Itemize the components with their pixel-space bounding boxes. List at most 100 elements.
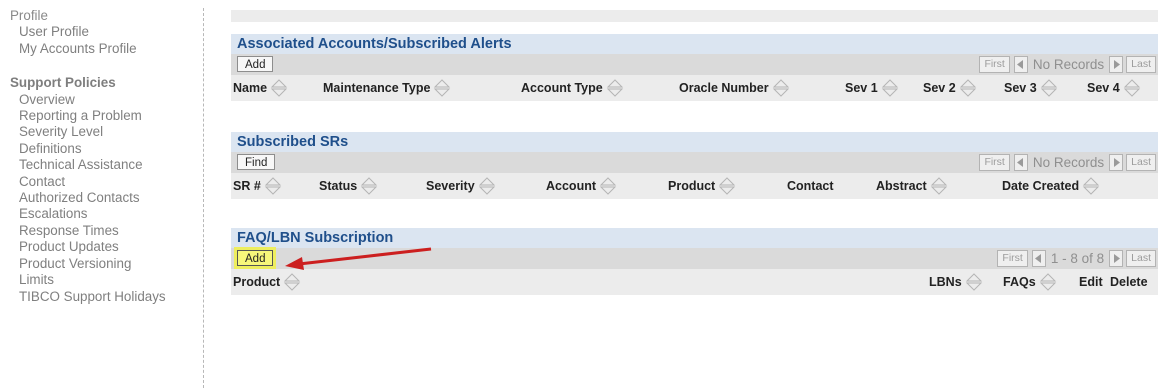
column-header-sev-2[interactable]: Sev 2 [923, 75, 977, 101]
column-header-contact: Contact [787, 173, 834, 199]
column-header-oracle-number[interactable]: Oracle Number [679, 75, 790, 101]
first-page-button[interactable]: First [997, 250, 1028, 267]
pager-status: No Records [1032, 57, 1105, 72]
sort-icon[interactable] [1039, 273, 1057, 291]
srs-toolbar: Find First No Records Last [231, 152, 1158, 173]
column-label: Abstract [876, 179, 927, 193]
sort-icon[interactable] [959, 79, 977, 97]
sort-icon[interactable] [1082, 177, 1100, 195]
sidebar-link-response-times[interactable]: Response Times [10, 223, 203, 239]
sidebar-link-my-accounts-profile[interactable]: My Accounts Profile [10, 41, 203, 57]
sidebar-link-severity-level[interactable]: Severity Level [10, 124, 203, 140]
column-label: Oracle Number [679, 81, 769, 95]
srs-panel-title: Subscribed SRs [231, 132, 1158, 152]
column-header-date-created[interactable]: Date Created [1002, 173, 1100, 199]
pager-status: 1 - 8 of 8 [1050, 251, 1105, 266]
sort-icon[interactable] [478, 177, 496, 195]
sidebar-link-product-updates[interactable]: Product Updates [10, 239, 203, 255]
sidebar-link-definitions[interactable]: Definitions [10, 141, 203, 157]
column-label: Sev 1 [845, 81, 878, 95]
column-header-product[interactable]: Product [668, 173, 736, 199]
sort-icon[interactable] [930, 177, 948, 195]
column-header-faqs[interactable]: FAQs [1003, 269, 1057, 295]
sort-icon[interactable] [599, 177, 617, 195]
last-page-button[interactable]: Last [1126, 250, 1156, 267]
column-label: Name [233, 81, 268, 95]
sort-icon[interactable] [264, 177, 282, 195]
column-header-sev-3[interactable]: Sev 3 [1004, 75, 1058, 101]
sort-icon[interactable] [772, 79, 790, 97]
sidebar-link-user-profile[interactable]: User Profile [10, 24, 203, 40]
last-page-button[interactable]: Last [1126, 154, 1156, 171]
column-label: Contact [787, 179, 834, 193]
column-header-maintenance-type[interactable]: Maintenance Type [323, 75, 451, 101]
next-page-icon[interactable] [1109, 154, 1124, 171]
sidebar-section-profile: Profile [10, 8, 48, 23]
sidebar-link-authorized-contacts[interactable]: Authorized Contacts [10, 190, 203, 206]
column-header-account[interactable]: Account [546, 173, 617, 199]
column-label: Sev 3 [1004, 81, 1037, 95]
sort-icon[interactable] [1123, 79, 1141, 97]
srs-panel: Subscribed SRs Find First No Records Las… [231, 132, 1158, 199]
faq-panel-title: FAQ/LBN Subscription [231, 228, 1158, 248]
sort-icon[interactable] [360, 177, 378, 195]
first-page-button[interactable]: First [979, 56, 1010, 73]
sidebar-link-escalations[interactable]: Escalations [10, 206, 203, 222]
first-page-button[interactable]: First [979, 154, 1010, 171]
add-account-button[interactable]: Add [237, 56, 274, 72]
sort-icon[interactable] [881, 79, 899, 97]
column-header-sev-1[interactable]: Sev 1 [845, 75, 899, 101]
add-faq-subscription-button[interactable]: Add [237, 250, 274, 266]
column-label: Product [233, 275, 281, 289]
sidebar-link-tibco-support-holidays[interactable]: TIBCO Support Holidays [10, 289, 203, 305]
column-header-sr-number[interactable]: SR # [233, 173, 282, 199]
sort-icon[interactable] [270, 79, 288, 97]
faq-pager: First 1 - 8 of 8 Last [994, 250, 1156, 267]
accounts-panel: Associated Accounts/Subscribed Alerts Ad… [231, 34, 1158, 101]
top-bar [231, 10, 1158, 22]
column-label: Severity [426, 179, 475, 193]
accounts-pager: First No Records Last [976, 56, 1156, 73]
srs-pager: First No Records Last [976, 154, 1156, 171]
column-label: Delete [1110, 275, 1148, 289]
accounts-panel-title: Associated Accounts/Subscribed Alerts [231, 34, 1158, 54]
column-label: Maintenance Type [323, 81, 431, 95]
column-header-abstract[interactable]: Abstract [876, 173, 948, 199]
accounts-header-row: Name Maintenance Type Account Type Oracl… [231, 75, 1158, 101]
column-header-delete: Delete [1110, 269, 1148, 295]
prev-page-icon[interactable] [1031, 250, 1046, 267]
sidebar-section-support-policies: Support Policies [10, 75, 116, 91]
column-header-status[interactable]: Status [319, 173, 378, 199]
find-sr-button[interactable]: Find [237, 154, 276, 170]
next-page-icon[interactable] [1109, 250, 1124, 267]
prev-page-icon[interactable] [1013, 154, 1028, 171]
sidebar-link-overview[interactable]: Overview [10, 92, 203, 108]
srs-header-row: SR # Status Severity Account Product Con… [231, 173, 1158, 199]
sidebar-link-product-versioning[interactable]: Product Versioning [10, 256, 203, 272]
next-page-icon[interactable] [1109, 56, 1124, 73]
sidebar-link-technical-assistance[interactable]: Technical Assistance [10, 157, 203, 173]
sidebar-link-reporting-a-problem[interactable]: Reporting a Problem [10, 108, 203, 124]
accounts-toolbar: Add First No Records Last [231, 54, 1158, 75]
column-header-severity[interactable]: Severity [426, 173, 496, 199]
sort-icon[interactable] [1040, 79, 1058, 97]
column-label: Edit [1079, 275, 1103, 289]
column-label: Account Type [521, 81, 603, 95]
sort-icon[interactable] [606, 79, 624, 97]
column-header-sev-4[interactable]: Sev 4 [1087, 75, 1141, 101]
sort-icon[interactable] [718, 177, 736, 195]
sort-icon[interactable] [965, 273, 983, 291]
sidebar-link-contact[interactable]: Contact [10, 174, 203, 190]
sort-icon[interactable] [283, 273, 301, 291]
column-header-name[interactable]: Name [233, 75, 288, 101]
sidebar-link-limits[interactable]: Limits [10, 272, 203, 288]
column-header-account-type[interactable]: Account Type [521, 75, 624, 101]
column-label: Status [319, 179, 358, 193]
column-label: Product [668, 179, 716, 193]
last-page-button[interactable]: Last [1126, 56, 1156, 73]
column-header-edit: Edit [1079, 269, 1103, 295]
sort-icon[interactable] [433, 79, 451, 97]
column-header-lbns[interactable]: LBNs [929, 269, 983, 295]
prev-page-icon[interactable] [1013, 56, 1028, 73]
red-arrow-icon [285, 247, 432, 270]
